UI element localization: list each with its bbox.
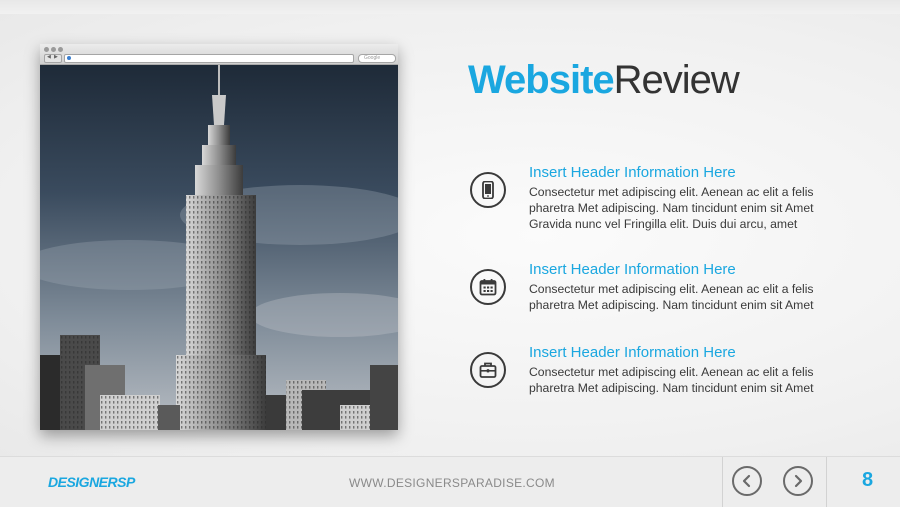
brand-logo[interactable]: DESIGNERSP xyxy=(48,474,135,490)
mobile-phone-icon xyxy=(470,172,506,208)
forward-arrow-icon[interactable]: ▶ xyxy=(54,54,58,60)
feature-line: Gravida nunc vel Fringilla elit. Duis du… xyxy=(529,217,798,231)
feature-line: Consectetur met adipiscing elit. Aenean … xyxy=(529,365,814,379)
feature-body-2: Consectetur met adipiscing elit. Aenean … xyxy=(529,281,869,313)
page-title: WebsiteReview xyxy=(468,58,740,103)
globe-icon xyxy=(67,56,71,60)
feature-line: Consectetur met adipiscing elit. Aenean … xyxy=(529,282,814,296)
window-close-dot[interactable] xyxy=(44,47,49,52)
feature-body-1: Consectetur met adipiscing elit. Aenean … xyxy=(529,184,869,232)
skyscraper-illustration xyxy=(40,65,398,430)
title-light: Review xyxy=(613,58,740,102)
footer-bar: DESIGNERSP WWW.DESIGNERSPARADISE.COM 8 xyxy=(0,456,900,507)
skyscraper-photo xyxy=(40,65,398,430)
page-number: 8 xyxy=(862,469,874,491)
browser-mockup: ◀ ▶ Google xyxy=(40,44,398,430)
browser-chrome: ◀ ▶ Google xyxy=(40,44,398,65)
back-arrow-icon[interactable]: ◀ xyxy=(47,54,51,60)
next-slide-button[interactable] xyxy=(783,466,813,496)
browser-back-forward[interactable]: ◀ ▶ xyxy=(44,54,62,63)
window-minimize-dot[interactable] xyxy=(51,47,56,52)
feature-body-3: Consectetur met adipiscing elit. Aenean … xyxy=(529,364,869,396)
feature-header-3: Insert Header Information Here xyxy=(529,344,736,361)
chevron-right-icon xyxy=(794,474,803,488)
window-maximize-dot[interactable] xyxy=(58,47,63,52)
browser-search-bar[interactable]: Google xyxy=(358,54,396,63)
briefcase-icon xyxy=(470,352,506,388)
feature-line: pharetra Met adipiscing. Nam tincidunt e… xyxy=(529,381,814,395)
feature-header-1: Insert Header Information Here xyxy=(529,164,736,181)
feature-line: pharetra Met adipiscing. Nam tincidunt e… xyxy=(529,201,814,215)
footer-divider xyxy=(722,457,723,507)
feature-header-2: Insert Header Information Here xyxy=(529,261,736,278)
calendar-icon xyxy=(470,269,506,305)
browser-url-bar[interactable] xyxy=(64,54,354,63)
footer-divider xyxy=(826,457,827,507)
top-strip xyxy=(0,0,900,14)
feature-line: Consectetur met adipiscing elit. Aenean … xyxy=(529,185,814,199)
feature-line: pharetra Met adipiscing. Nam tincidunt e… xyxy=(529,298,814,312)
title-bold: Website xyxy=(468,58,615,102)
chevron-left-icon xyxy=(742,474,751,488)
previous-slide-button[interactable] xyxy=(732,466,762,496)
website-url[interactable]: WWW.DESIGNERSPARADISE.COM xyxy=(349,476,555,490)
